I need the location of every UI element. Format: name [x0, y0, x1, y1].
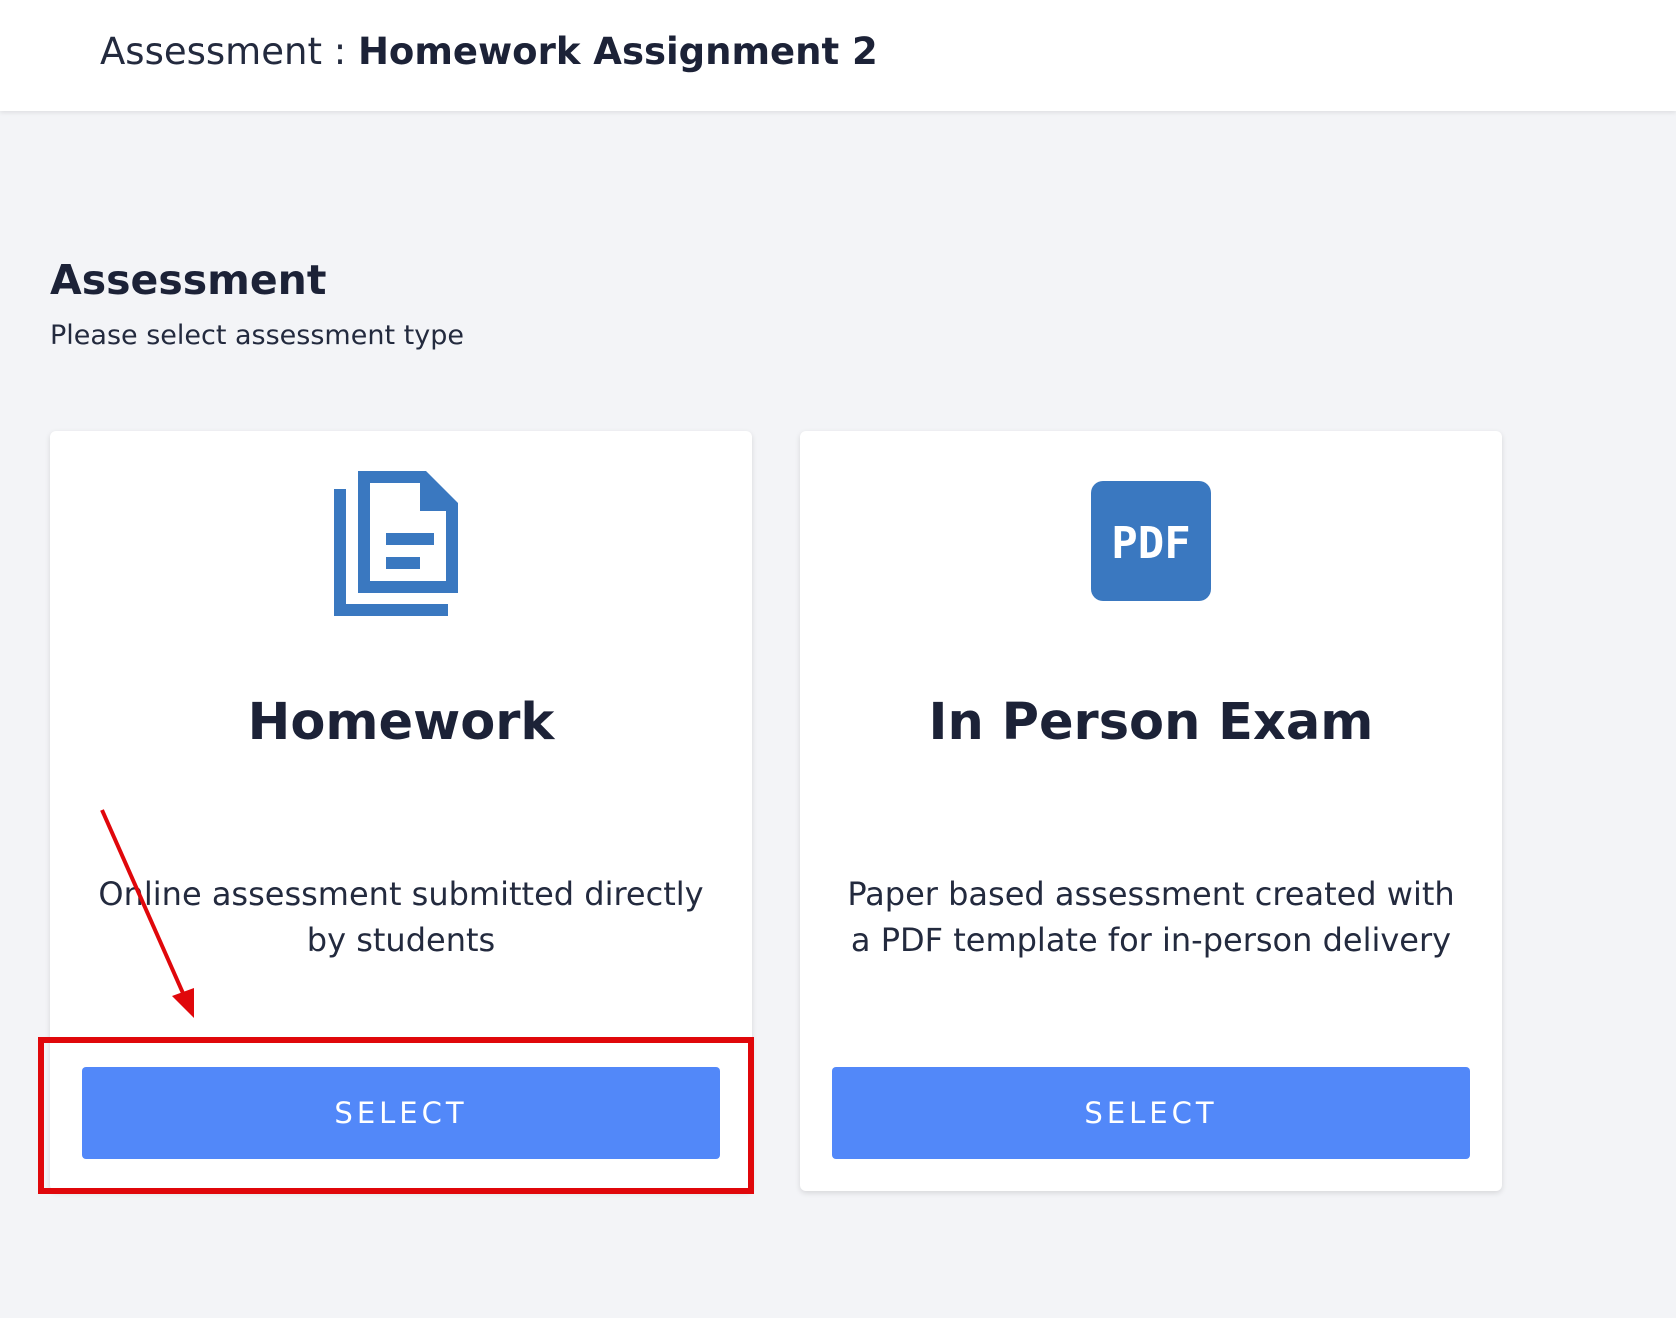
- in-person-exam-card: PDF In Person Exam Paper based assessmen…: [800, 431, 1502, 1191]
- breadcrumb: Assessment : Homework Assignment 2: [100, 28, 878, 76]
- annotation-arrow: [100, 809, 194, 1018]
- document-copy-icon: [316, 461, 486, 631]
- top-bar: Assessment : Homework Assignment 2: [0, 0, 1676, 111]
- pdf-icon-label: PDF: [1111, 518, 1190, 569]
- assignment-name: Homework Assignment 2: [357, 30, 878, 73]
- pdf-icon: PDF: [1066, 461, 1236, 631]
- section-title: Assessment: [50, 256, 327, 304]
- card-description: Paper based assessment created with a PD…: [847, 875, 1455, 959]
- card-title: Homework: [247, 693, 555, 752]
- section-subtitle: Please select assessment type: [50, 320, 464, 351]
- annotation-highlight-box: [38, 1037, 754, 1194]
- breadcrumb-prefix: Assessment :: [100, 30, 358, 73]
- card-title: In Person Exam: [928, 693, 1374, 752]
- in-person-exam-select-button[interactable]: SELECT: [832, 1067, 1470, 1159]
